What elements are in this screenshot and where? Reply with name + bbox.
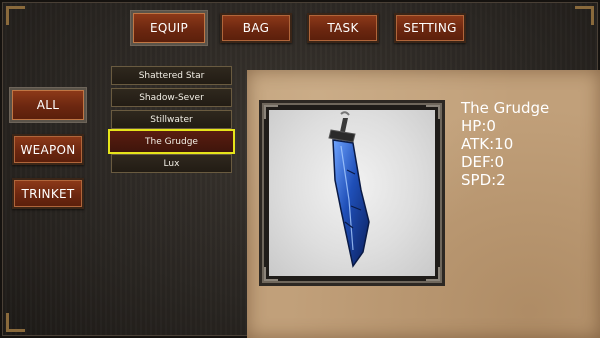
list-item-selected[interactable]: The Grudge: [108, 129, 235, 154]
item-name: Shattered Star: [138, 70, 205, 81]
filter-trinket-button[interactable]: TRINKET: [12, 178, 84, 209]
list-item[interactable]: Lux: [111, 154, 232, 173]
list-item[interactable]: Shattered Star: [111, 66, 232, 85]
filter-weapon-label: WEAPON: [20, 142, 76, 157]
item-preview-frame: [259, 100, 445, 286]
item-preview-background: [269, 110, 435, 276]
frame-ornament: [264, 105, 278, 119]
frame-ornament: [426, 105, 440, 119]
frame-corner-ornament: [6, 313, 25, 332]
broken-blue-sword-icon: [328, 111, 370, 268]
stat-hp: HP:0: [461, 117, 496, 135]
item-stats: The Grudge HP:0 ATK:10 DEF:0 SPD:2: [461, 99, 549, 189]
tab-setting-label: SETTING: [403, 21, 457, 35]
frame-ornament: [264, 267, 278, 281]
tab-setting[interactable]: SETTING: [394, 13, 466, 43]
tab-equip-label: EQUIP: [149, 21, 189, 35]
list-item[interactable]: Shadow-Sever: [111, 88, 232, 107]
item-name: Shadow-Sever: [139, 92, 204, 103]
tab-equip[interactable]: EQUIP: [131, 11, 207, 45]
item-name: The Grudge: [145, 136, 198, 147]
item-detail-name: The Grudge: [461, 99, 550, 117]
filter-all-label: ALL: [36, 98, 60, 112]
stat-atk: ATK:10: [461, 135, 514, 153]
tab-task-label: TASK: [327, 21, 359, 35]
tab-bag-label: BAG: [242, 21, 270, 35]
filter-weapon-button[interactable]: WEAPON: [12, 134, 84, 165]
filter-trinket-label: TRINKET: [21, 186, 75, 201]
stat-spd: SPD:2: [461, 171, 506, 189]
tab-bag[interactable]: BAG: [220, 13, 292, 43]
frame-corner-ornament: [6, 6, 25, 25]
filter-all-button[interactable]: ALL: [10, 88, 86, 122]
item-name: Lux: [163, 158, 180, 169]
list-item[interactable]: Stillwater: [111, 110, 232, 129]
item-name: Stillwater: [150, 114, 193, 125]
frame-corner-ornament: [575, 6, 594, 25]
stat-def: DEF:0: [461, 153, 505, 171]
tab-task[interactable]: TASK: [307, 13, 379, 43]
frame-ornament: [426, 267, 440, 281]
